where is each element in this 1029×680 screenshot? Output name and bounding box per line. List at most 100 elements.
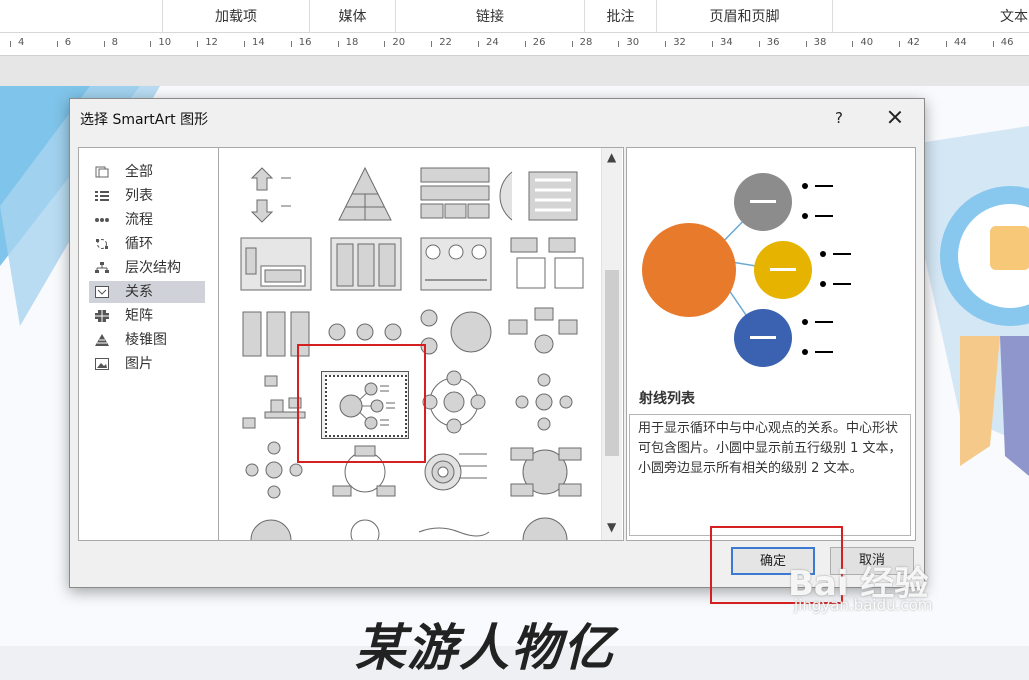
ruler-tick-mark: [10, 41, 11, 47]
category-label: 列表: [125, 188, 153, 204]
ruler-tick-mark: [524, 41, 526, 47]
ruler-tick-label: 6: [64, 37, 72, 48]
category-matrix[interactable]: 矩阵: [89, 305, 205, 327]
ruler-tick-label: 4: [18, 37, 25, 48]
layout-thumb-picture-caption: [240, 237, 312, 291]
layout-tile-radial-list-frame: [325, 375, 407, 437]
ruler-tick-mark: [478, 41, 479, 47]
matrix-icon: [95, 310, 109, 322]
process-icon: [95, 218, 109, 222]
preview-panel: 射线列表 用于显示循环中与中心观点的关系。中心形状可包含图片。小圆中显示前五行级…: [626, 147, 916, 541]
ruler-tick-mark: [618, 41, 620, 47]
ruler-tick-mark: [805, 41, 807, 47]
category-list: 全部 列表 流程 循环 层次结构 关系 矩阵 棱锥图 图片: [78, 147, 220, 541]
ruler-tick-label: 14: [252, 37, 265, 48]
layout-thumb-stacked-list: [242, 311, 310, 357]
ruler-tick-label: 30: [626, 37, 640, 48]
ruler-tick-label: 20: [392, 37, 406, 48]
category-label: 关系: [125, 284, 153, 300]
layout-gallery[interactable]: ▲ ▼: [218, 147, 624, 541]
ribbon-group-addins[interactable]: 加载项: [162, 0, 309, 32]
ribbon-group-media[interactable]: 媒体: [309, 0, 395, 32]
horizontal-ruler[interactable]: 4 6 8 10 12 14 16 18 20 22 24 26 28 30 32 34 36 38 40 42 44 4…: [0, 33, 1029, 56]
layout-tile-radial-list[interactable]: [321, 371, 409, 439]
ruler-tick-label: 18: [345, 37, 359, 48]
cycle-icon: [96, 239, 108, 249]
category-pyramid[interactable]: 棱锥图: [89, 329, 205, 351]
layout-thumb-row6: [250, 517, 568, 540]
layout-thumb-grouped-list: [510, 237, 584, 289]
category-label: 全部: [125, 164, 153, 180]
document-title-fragment: 某游人物亿: [355, 618, 615, 677]
category-label: 棱锥图: [125, 332, 167, 348]
category-process[interactable]: 流程: [89, 209, 205, 231]
layout-thumb-columns: [330, 237, 402, 291]
category-list-item[interactable]: 列表: [89, 185, 205, 207]
hierarchy-icon: [95, 262, 109, 273]
dialog-title: 选择 SmartArt 图形: [80, 112, 209, 128]
category-picture[interactable]: 图片: [89, 353, 205, 375]
ruler-tick-label: 24: [486, 37, 499, 48]
ribbon: 加载项 媒体 链接 批注 页眉和页脚 文本: [0, 0, 1029, 33]
ruler-tick-label: 10: [158, 37, 172, 48]
ruler-tick-label: 32: [673, 37, 686, 48]
ruler-tick-mark: [197, 41, 199, 47]
relationship-icon: [95, 286, 109, 298]
scroll-down-icon[interactable]: ▼: [607, 520, 616, 534]
ribbon-group-text[interactable]: 文本: [832, 0, 1029, 32]
ruler-tick-mark: [899, 41, 901, 47]
category-label: 流程: [125, 212, 153, 228]
ruler-tick-mark: [571, 41, 573, 47]
layout-thumb-segmented-circle: [510, 447, 582, 497]
ruler-tick-mark: [244, 41, 245, 47]
scroll-thumb[interactable]: [605, 270, 619, 456]
ruler-tick-label: 38: [813, 37, 827, 48]
category-hierarchy[interactable]: 层次结构: [89, 257, 205, 279]
all-icon: [95, 166, 109, 178]
ruler-tick-mark: [852, 41, 854, 47]
radial-list-thumbnail-icon: [339, 382, 395, 430]
layout-thumb-funnel-boxes: [508, 307, 578, 354]
smartart-dialog: 选择 SmartArt 图形 ? 全部 列表 流程 循环 层次结构 关系 矩阵 …: [69, 98, 925, 588]
layout-thumb-equation: [328, 323, 402, 341]
help-button[interactable]: ?: [828, 107, 850, 129]
ruler-tick-label: 36: [766, 37, 780, 48]
ruler-tick-mark: [56, 41, 58, 47]
ribbon-group-links[interactable]: 链接: [395, 0, 584, 32]
ribbon-group-comments[interactable]: 批注: [584, 0, 656, 32]
category-label: 图片: [125, 356, 153, 372]
ruler-tick-mark: [758, 41, 760, 47]
ruler-tick-mark: [431, 41, 433, 47]
ruler-tick-label: 22: [439, 37, 452, 48]
layout-name: 射线列表: [639, 391, 695, 407]
preview-center-circle: [642, 223, 736, 317]
ruler-tick-mark: [337, 41, 339, 47]
ribbon-group-text-label: 文本: [1000, 9, 1028, 25]
ruler-tick-mark: [384, 41, 386, 47]
ruler-tick-mark: [946, 41, 947, 47]
list-icon: [95, 191, 109, 201]
layout-description: 用于显示循环中与中心观点的关系。中心形状可包含图片。小圆中显示前五行级别 1 文…: [629, 414, 911, 536]
category-cycle[interactable]: 循环: [89, 233, 205, 255]
category-label: 循环: [125, 236, 153, 252]
doc-trophy-icon: [990, 226, 1029, 270]
ruler-tick-mark: [992, 41, 994, 47]
watermark-url: jingyan.baidu.com: [794, 596, 933, 614]
category-label: 层次结构: [125, 260, 181, 276]
ruler-tick-label: 16: [298, 37, 312, 48]
layout-thumb-arrow-boxes: [420, 237, 492, 291]
category-relationship[interactable]: 关系: [89, 281, 205, 303]
gallery-scrollbar[interactable]: ▲ ▼: [601, 148, 622, 540]
ribbon-group-header-footer[interactable]: 页眉和页脚: [656, 0, 832, 32]
category-all[interactable]: 全部: [89, 161, 205, 183]
ruler-tick-mark: [290, 41, 292, 47]
close-button[interactable]: [882, 105, 908, 129]
doc-ribbon-right: [1000, 336, 1029, 476]
ruler-tick-mark: [103, 41, 105, 47]
ruler-tick-label: 26: [532, 37, 546, 48]
layout-thumb-spiral-list: [499, 171, 578, 221]
layout-thumb-target: [424, 453, 487, 491]
layout-thumb-cycle-ring: [422, 370, 486, 434]
scroll-up-icon[interactable]: ▲: [607, 150, 616, 164]
category-label: 矩阵: [125, 308, 153, 324]
